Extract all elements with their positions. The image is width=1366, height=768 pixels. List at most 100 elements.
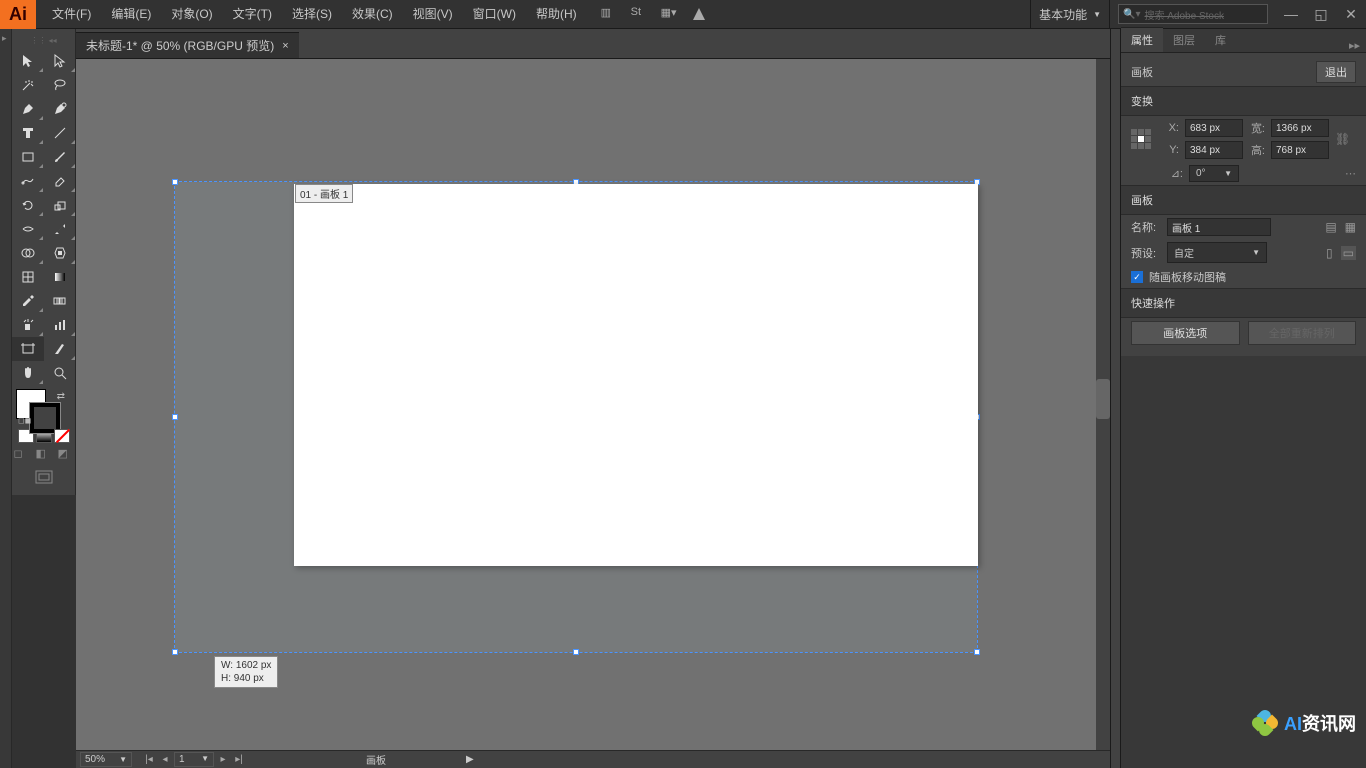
search-input[interactable]: 🔍▾搜索 Adobe Stock	[1118, 4, 1268, 24]
blend-tool[interactable]	[44, 289, 76, 313]
menu-file[interactable]: 文件(F)	[42, 0, 101, 29]
workspace-switcher[interactable]: 基本功能▼	[1030, 0, 1110, 28]
close-button[interactable]: ✕	[1336, 0, 1366, 29]
close-tab-icon[interactable]: ×	[282, 40, 288, 52]
width-tool[interactable]	[12, 217, 44, 241]
arrange-icon[interactable]: ▦▾	[661, 6, 677, 22]
canvas[interactable]: 01 - 画板 1 W: 1602 px H: 940 px	[76, 59, 1110, 750]
artboards-panel-icon[interactable]: ▤	[1325, 220, 1336, 234]
hand-tool[interactable]	[12, 361, 44, 385]
gradient-tool[interactable]	[44, 265, 76, 289]
vertical-scrollbar[interactable]	[1096, 59, 1110, 750]
shape-builder-tool[interactable]	[12, 241, 44, 265]
reference-point-selector[interactable]	[1131, 129, 1151, 149]
rectangle-tool[interactable]	[12, 145, 44, 169]
left-dock-strip[interactable]: ▸	[0, 29, 12, 768]
x-field[interactable]	[1185, 119, 1243, 137]
right-dock-strip[interactable]	[1110, 29, 1120, 768]
toolbox-grip[interactable]: ⋮⋮ ◂◂	[12, 31, 75, 49]
tab-layers[interactable]: 图层	[1163, 28, 1205, 52]
height-field[interactable]	[1271, 141, 1329, 159]
bridge-icon[interactable]: ▥	[601, 6, 617, 22]
last-artboard-button[interactable]: ▸|	[232, 754, 246, 765]
artboard-options-button[interactable]: 画板选项	[1131, 321, 1240, 345]
magic-wand-tool[interactable]	[12, 73, 44, 97]
menu-view[interactable]: 视图(V)	[403, 0, 463, 29]
paintbrush-tool[interactable]	[44, 145, 76, 169]
type-tool[interactable]	[12, 121, 44, 145]
prev-artboard-button[interactable]: ◂	[158, 754, 172, 765]
eraser-tool[interactable]	[44, 169, 76, 193]
color-swatches[interactable]: ⇄ ◻◼	[16, 389, 71, 425]
menu-window[interactable]: 窗口(W)	[463, 0, 526, 29]
resize-handle[interactable]	[172, 649, 178, 655]
menu-select[interactable]: 选择(S)	[282, 0, 342, 29]
gpu-icon[interactable]	[691, 6, 707, 22]
selection-tool[interactable]	[12, 49, 44, 73]
menu-object[interactable]: 对象(O)	[161, 0, 222, 29]
draw-inside-icon[interactable]: ◩	[58, 447, 74, 461]
width-field[interactable]	[1271, 119, 1329, 137]
zoom-tool[interactable]	[44, 361, 76, 385]
preset-dropdown[interactable]: 自定▼	[1167, 242, 1267, 263]
tab-libraries[interactable]: 库	[1205, 28, 1236, 52]
first-artboard-button[interactable]: |◂	[142, 754, 156, 765]
scale-tool[interactable]	[44, 193, 76, 217]
angle-field[interactable]: 0°▼	[1189, 165, 1239, 182]
artboard-label[interactable]: 01 - 画板 1	[295, 184, 353, 203]
menu-edit[interactable]: 编辑(E)	[101, 0, 161, 29]
panel-collapse-icon[interactable]: ▸▸	[1343, 39, 1366, 52]
screen-mode-icon[interactable]	[12, 469, 75, 485]
default-colors-icon[interactable]: ◻◼	[18, 416, 31, 425]
dimension-tooltip: W: 1602 px H: 940 px	[214, 656, 278, 688]
y-field[interactable]	[1185, 141, 1243, 159]
artboard-tool[interactable]	[12, 337, 44, 361]
curvature-tool[interactable]	[44, 97, 76, 121]
artboard-number-combo[interactable]: 1▼	[174, 752, 214, 767]
link-dimensions-icon[interactable]: ⛓	[1335, 132, 1350, 146]
slice-tool[interactable]	[44, 337, 76, 361]
stock-icon[interactable]: St	[631, 6, 647, 22]
direct-selection-tool[interactable]	[44, 49, 76, 73]
artboard[interactable]	[294, 184, 978, 566]
status-menu-arrow[interactable]: ▶	[466, 754, 474, 765]
resize-handle[interactable]	[573, 649, 579, 655]
scrollbar-thumb[interactable]	[1096, 379, 1110, 419]
column-graph-tool[interactable]	[44, 313, 76, 337]
pen-tool[interactable]	[12, 97, 44, 121]
draw-behind-icon[interactable]: ◧	[36, 447, 52, 461]
color-mode-none[interactable]	[54, 429, 70, 443]
minimize-button[interactable]: —	[1276, 0, 1306, 29]
live-paint-tool[interactable]	[44, 241, 76, 265]
more-options-icon[interactable]: ⋯	[1345, 167, 1356, 180]
orientation-portrait-icon[interactable]: ▯	[1326, 246, 1333, 260]
resize-handle[interactable]	[172, 179, 178, 185]
document-tab[interactable]: 未标题-1* @ 50% (RGB/GPU 预览) ×	[76, 32, 299, 58]
resize-handle[interactable]	[172, 414, 178, 420]
menu-help[interactable]: 帮助(H)	[526, 0, 587, 29]
eyedropper-tool[interactable]	[12, 289, 44, 313]
orientation-landscape-icon[interactable]: ▭	[1341, 246, 1356, 260]
rotate-tool[interactable]	[12, 193, 44, 217]
menu-effect[interactable]: 效果(C)	[342, 0, 403, 29]
mesh-tool[interactable]	[12, 265, 44, 289]
menu-type[interactable]: 文字(T)	[223, 0, 282, 29]
artboard-name-field[interactable]	[1167, 218, 1271, 236]
symbol-sprayer-tool[interactable]	[12, 313, 44, 337]
shaper-tool[interactable]	[12, 169, 44, 193]
next-artboard-button[interactable]: ▸	[216, 754, 230, 765]
lasso-tool[interactable]	[44, 73, 76, 97]
artboard-options-icon[interactable]: ▦	[1345, 220, 1356, 234]
draw-normal-icon[interactable]: ◻	[14, 447, 30, 461]
exit-artboard-button[interactable]: 退出	[1316, 61, 1356, 83]
tab-properties[interactable]: 属性	[1121, 27, 1163, 52]
move-artwork-checkbox[interactable]: ✓	[1131, 271, 1143, 283]
swap-colors-icon[interactable]: ⇄	[57, 391, 65, 402]
resize-handle[interactable]	[974, 649, 980, 655]
line-tool[interactable]	[44, 121, 76, 145]
w-label: 宽:	[1249, 120, 1265, 136]
free-transform-tool[interactable]	[44, 217, 76, 241]
maximize-button[interactable]: ◱	[1306, 0, 1336, 29]
zoom-combo[interactable]: 50%▼	[80, 752, 132, 767]
rearrange-all-button[interactable]: 全部重新排列	[1248, 321, 1357, 345]
